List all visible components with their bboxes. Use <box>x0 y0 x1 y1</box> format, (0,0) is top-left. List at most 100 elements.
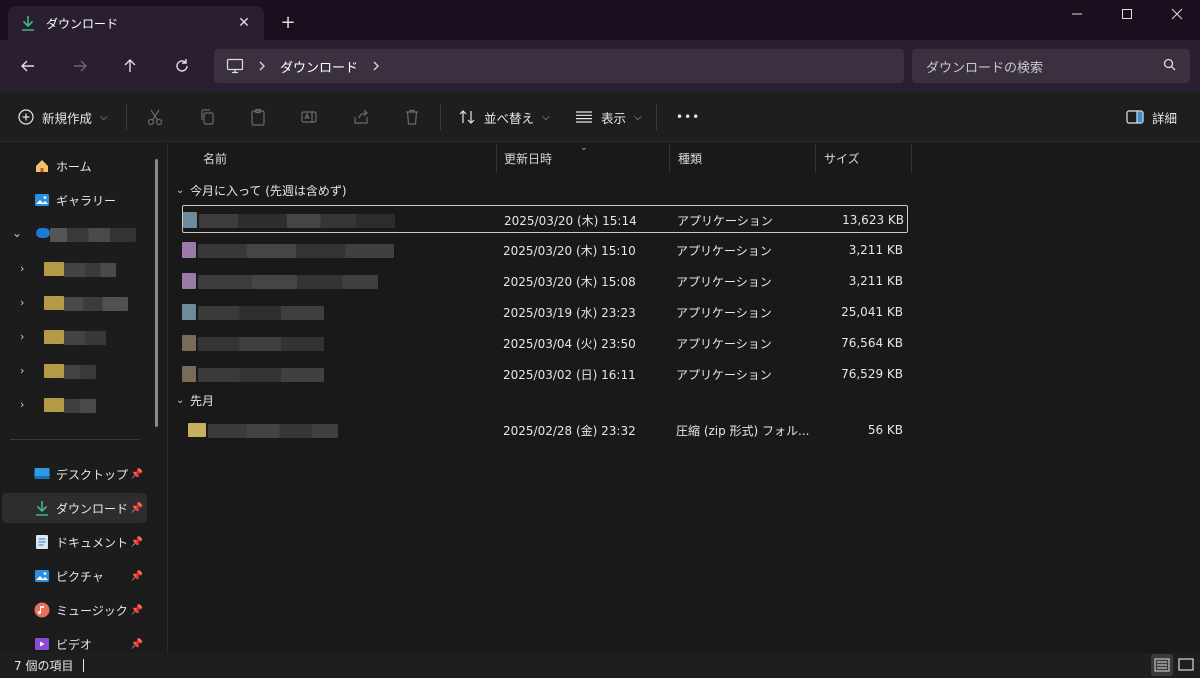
column-header-size[interactable]: サイズ <box>816 143 912 173</box>
sidebar-item-home[interactable]: ホーム <box>2 151 147 181</box>
table-row[interactable]: 2025/03/20 (木) 15:10 アプリケーション 3,211 KB <box>182 236 908 264</box>
file-type: アプリケーション <box>676 274 772 289</box>
file-type: アプリケーション <box>676 305 772 320</box>
cut-button[interactable] <box>146 105 164 129</box>
new-button[interactable]: 新規作成 ⌵ <box>18 105 108 129</box>
pin-icon[interactable]: 📌 <box>131 469 143 480</box>
column-header-label: 名前 <box>203 151 228 166</box>
table-row[interactable]: 2025/03/20 (木) 15:08 アプリケーション 3,211 KB <box>182 267 908 295</box>
sidebar-item-desktop[interactable]: デスクトップ 📌 <box>2 459 147 489</box>
sidebar-item-downloads[interactable]: ダウンロード 📌 <box>2 493 147 523</box>
navigation-bar: ダウンロード ダウンロードの検索 <box>0 40 1200 92</box>
column-header-date[interactable]: 更新日時 <box>496 143 670 173</box>
pin-icon[interactable]: 📌 <box>131 571 143 582</box>
new-button-label: 新規作成 <box>42 110 93 126</box>
details-view-button[interactable] <box>1151 654 1173 676</box>
tab-downloads[interactable]: ダウンロード ✕ <box>8 6 264 40</box>
tree-row-folder[interactable]: › <box>0 322 150 352</box>
column-header-name[interactable]: 名前 <box>195 143 497 173</box>
tree-row-folder[interactable]: › <box>0 254 150 284</box>
new-tab-button[interactable]: + <box>278 12 298 33</box>
pin-icon[interactable]: 📌 <box>131 605 143 616</box>
refresh-button[interactable] <box>170 54 194 78</box>
pin-icon[interactable]: 📌 <box>131 639 143 650</box>
copy-button[interactable] <box>198 105 216 129</box>
sidebar-item-documents[interactable]: ドキュメント 📌 <box>2 527 147 557</box>
chevron-down-icon: ⌵ <box>542 111 550 123</box>
file-icon <box>182 335 196 351</box>
table-row[interactable]: 2025/03/04 (火) 23:50 アプリケーション 76,564 KB <box>182 329 908 357</box>
sidebar-item-pictures[interactable]: ピクチャ 📌 <box>2 561 147 591</box>
rename-button[interactable] <box>300 105 318 129</box>
share-button[interactable] <box>352 105 370 129</box>
pin-icon[interactable]: 📌 <box>131 503 143 514</box>
sidebar-item-label: ミュージック <box>56 603 128 618</box>
group-header-last-month[interactable]: ⌄ 先月 <box>176 390 214 410</box>
file-type: アプリケーション <box>676 243 772 258</box>
share-icon <box>354 109 368 124</box>
forward-button[interactable] <box>68 54 92 78</box>
file-list: 名前 ⌄ 更新日時 種類 サイズ ⌄ 今月に入って (先週は含めず) 2025/… <box>168 143 1200 653</box>
tree-row-folder[interactable]: › <box>0 288 150 318</box>
tiles-view-button[interactable] <box>1175 654 1197 676</box>
obscured-file-name <box>198 275 378 289</box>
tree-row-folder[interactable]: › <box>0 356 150 386</box>
view-button[interactable]: 表示 ⌵ <box>575 105 642 129</box>
tree-row-folder[interactable]: › <box>0 390 150 420</box>
sidebar-item-gallery[interactable]: ギャラリー <box>2 185 147 215</box>
sort-button[interactable]: 並べ替え ⌵ <box>458 105 550 129</box>
view-button-label: 表示 <box>601 110 627 126</box>
chevron-right-icon: › <box>20 364 25 377</box>
folder-icon <box>44 262 64 276</box>
back-button[interactable] <box>16 54 40 78</box>
column-header-type[interactable]: 種類 <box>670 143 816 173</box>
file-size: 3,211 KB <box>848 274 903 288</box>
breadcrumb-chevron-icon[interactable] <box>258 61 266 71</box>
file-date: 2025/03/20 (木) 15:14 <box>504 213 637 228</box>
up-button[interactable] <box>118 54 142 78</box>
obscured-file-name <box>198 368 324 382</box>
file-date: 2025/02/28 (金) 23:32 <box>503 423 636 438</box>
maximize-button[interactable] <box>1104 0 1150 28</box>
table-row[interactable]: 2025/03/19 (水) 23:23 アプリケーション 25,041 KB <box>182 298 908 326</box>
file-size: 76,564 KB <box>841 336 903 350</box>
group-header-this-month[interactable]: ⌄ 今月に入って (先週は含めず) <box>176 180 347 200</box>
delete-button[interactable] <box>403 105 421 129</box>
chevron-right-icon: › <box>20 398 25 411</box>
gallery-icon <box>34 192 50 208</box>
obscured-file-name <box>198 306 324 320</box>
address-bar[interactable]: ダウンロード <box>214 49 904 83</box>
minimize-button[interactable] <box>1054 0 1100 28</box>
obscured-label <box>64 263 116 277</box>
sidebar-item-label: ギャラリー <box>56 193 117 208</box>
file-date: 2025/03/19 (水) 23:23 <box>503 305 636 320</box>
obscured-file-name <box>208 424 338 438</box>
sidebar-item-music[interactable]: ミュージック 📌 <box>2 595 147 625</box>
sidebar-item-label: ビデオ <box>56 637 93 652</box>
sidebar-scrollbar[interactable] <box>155 159 158 427</box>
tree-row-onedrive[interactable]: ⌄ <box>0 220 150 250</box>
sidebar-item-label: ダウンロード <box>56 501 129 516</box>
music-icon <box>34 602 50 618</box>
chevron-down-icon: ⌵ <box>100 111 108 123</box>
breadcrumb-downloads[interactable]: ダウンロード <box>280 57 358 76</box>
this-pc-icon[interactable] <box>226 58 244 74</box>
more-options-button[interactable]: ••• <box>676 105 700 129</box>
breadcrumb-chevron-icon[interactable] <box>372 61 380 71</box>
pin-icon[interactable]: 📌 <box>131 537 143 548</box>
paste-button[interactable] <box>249 105 267 129</box>
sidebar-item-label: ピクチャ <box>56 569 104 584</box>
details-pane-button[interactable]: 詳細 <box>1126 105 1177 129</box>
close-tab-icon[interactable]: ✕ <box>236 15 252 31</box>
table-row[interactable]: 2025/03/02 (日) 16:11 アプリケーション 76,529 KB <box>182 360 908 388</box>
table-row[interactable]: 2025/03/20 (木) 15:14 アプリケーション 13,623 KB <box>182 205 908 233</box>
file-icon <box>182 304 196 320</box>
obscured-file-name <box>198 337 324 351</box>
obscured-file-name <box>199 214 395 228</box>
search-input[interactable]: ダウンロードの検索 <box>912 49 1190 83</box>
table-row[interactable]: 2025/02/28 (金) 23:32 圧縮 (zip 形式) フォル... … <box>182 416 908 444</box>
close-window-button[interactable] <box>1154 0 1200 28</box>
clipboard-icon <box>251 108 265 126</box>
trash-icon <box>406 109 418 125</box>
folder-icon <box>44 296 64 310</box>
